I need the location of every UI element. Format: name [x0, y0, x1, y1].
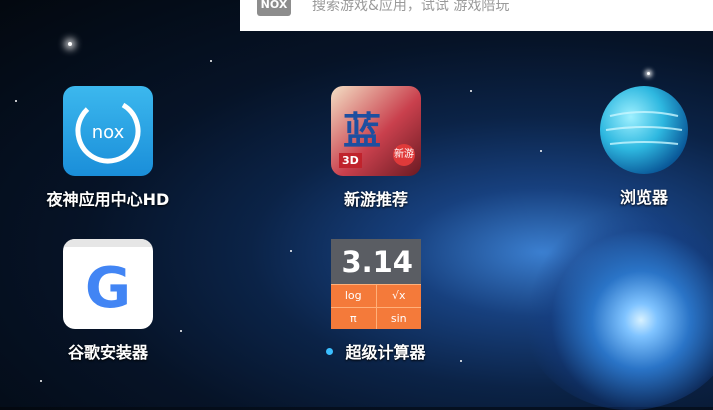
star — [68, 42, 72, 46]
star — [210, 60, 212, 62]
calc-key: sin — [375, 308, 422, 329]
nox-logo-text: nox — [92, 122, 125, 143]
google-g-letter: G — [85, 256, 131, 321]
nox-icon: nox — [63, 86, 153, 176]
app-new-games[interactable]: 蓝 3D 新游 新游推荐 — [301, 86, 451, 210]
app-label: 超级计算器 — [301, 339, 451, 363]
app-label: 谷歌安装器 — [67, 343, 148, 362]
app-browser[interactable]: 浏览器 — [569, 86, 713, 208]
game-3d-badge: 3D — [339, 153, 362, 168]
star — [647, 72, 650, 75]
game-icon: 蓝 3D 新游 — [331, 86, 421, 176]
google-icon: G — [63, 239, 153, 329]
calculator-icon: 3.14 log √x π sin — [331, 239, 421, 329]
calc-key: π — [349, 312, 357, 325]
star — [540, 150, 542, 152]
search-bar[interactable]: NOX 搜索游戏&应用，试试 游戏陪玩 — [240, 0, 713, 31]
new-app-dot — [326, 348, 334, 355]
star — [460, 360, 462, 362]
galaxy-swirl — [520, 210, 713, 410]
star — [470, 90, 472, 92]
app-label: 浏览器 — [619, 188, 668, 207]
app-label-text: 超级计算器 — [345, 343, 426, 362]
app-nox-center[interactable]: nox 夜神应用中心HD — [33, 86, 183, 210]
star — [15, 100, 17, 102]
game-title-glyph: 蓝 — [343, 109, 382, 153]
app-super-calculator[interactable]: 3.14 log √x π sin 超级计算器 — [301, 239, 451, 363]
calc-key: √x — [375, 285, 422, 307]
game-new-badge: 新游 — [393, 144, 415, 166]
app-google-installer[interactable]: G 谷歌安装器 — [33, 239, 183, 363]
calc-key: log — [344, 289, 362, 302]
app-label: 夜神应用中心HD — [46, 190, 170, 209]
search-placeholder: 搜索游戏&应用，试试 游戏陪玩 — [312, 0, 510, 14]
star — [290, 250, 292, 252]
star — [40, 380, 42, 382]
nox-logo-icon: NOX — [257, 0, 291, 16]
globe-icon — [600, 86, 688, 174]
app-label: 新游推荐 — [343, 190, 408, 209]
calc-display: 3.14 — [331, 239, 421, 284]
icon-top-bar — [63, 239, 153, 247]
